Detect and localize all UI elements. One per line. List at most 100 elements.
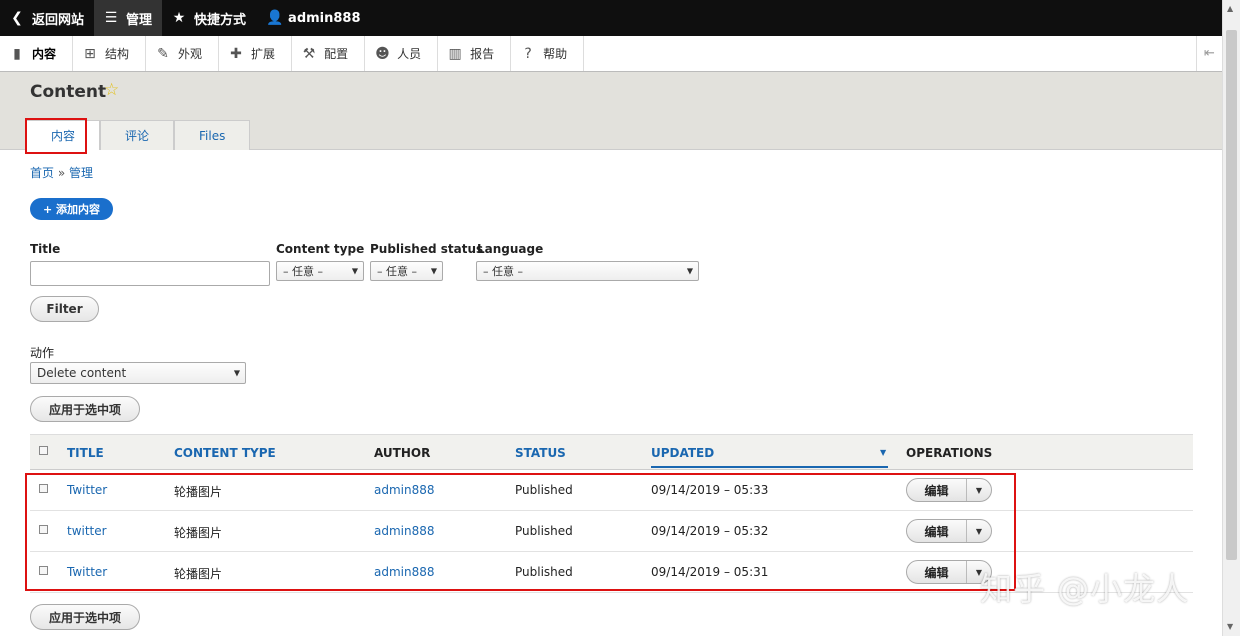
row-updated: 09/14/2019 – 05:32 xyxy=(651,524,769,538)
shortcuts-tab[interactable]: ★ 快捷方式 xyxy=(162,0,256,36)
filter-button[interactable]: Filter xyxy=(30,296,99,322)
row-author-link[interactable]: admin888 xyxy=(374,565,435,579)
row-status: Published xyxy=(515,524,573,538)
operations-toggle-icon[interactable]: ▼ xyxy=(967,479,991,501)
row-author-link[interactable]: admin888 xyxy=(374,483,435,497)
tab-label: 评论 xyxy=(125,129,150,143)
menu-item-label: 配置 xyxy=(324,47,349,61)
menu-item-people[interactable]: ☻ 人员 xyxy=(365,36,439,71)
menu-item-extend[interactable]: ✚ 扩展 xyxy=(219,36,293,71)
row-content-type: 轮播图片 xyxy=(174,526,223,540)
puzzle-icon: ✚ xyxy=(230,45,242,62)
shortcuts-label: 快捷方式 xyxy=(194,12,247,28)
row-author-link[interactable]: admin888 xyxy=(374,524,435,538)
menu-item-content[interactable]: ▮ 内容 xyxy=(0,36,74,71)
menu-item-config[interactable]: ⚒ 配置 xyxy=(292,36,366,71)
chevron-left-icon: ❮ xyxy=(11,10,23,26)
column-content-type[interactable]: CONTENT TYPE xyxy=(174,446,276,460)
menu-item-reports[interactable]: ▥ 报告 xyxy=(438,36,512,71)
edit-button[interactable]: 编辑 xyxy=(907,561,967,583)
chevron-down-icon: ▼ xyxy=(351,266,358,276)
user-icon: 👤 xyxy=(266,10,284,26)
scroll-down-icon[interactable]: ▼ xyxy=(1227,622,1233,631)
admin-toolbar: ❮ 返回网站 ☰ 管理 ★ 快捷方式 👤 admin888 xyxy=(0,0,1222,36)
menu-item-label: 扩展 xyxy=(251,47,276,61)
menu-item-structure[interactable]: ⊞ 结构 xyxy=(73,36,147,71)
column-operations: OPERATIONS xyxy=(906,446,993,460)
breadcrumb: 首页 » 管理 xyxy=(30,164,93,181)
select-all-checkbox[interactable] xyxy=(39,446,48,455)
help-icon: ? xyxy=(524,45,532,62)
tab-content[interactable]: 内容 xyxy=(26,120,101,150)
row-title-link[interactable]: twitter xyxy=(67,524,107,538)
menu-spacer xyxy=(584,36,1196,71)
operations-toggle-icon[interactable]: ▼ xyxy=(967,520,991,542)
apply-selected-button-bottom[interactable]: 应用于选中项 xyxy=(30,604,140,630)
back-to-site-link[interactable]: ❮ 返回网站 xyxy=(0,0,94,36)
breadcrumb-home-link[interactable]: 首页 xyxy=(30,166,54,180)
menu-item-appearance[interactable]: ✎ 外观 xyxy=(146,36,220,71)
edit-button[interactable]: 编辑 xyxy=(907,520,967,542)
file-icon: ▮ xyxy=(13,45,21,62)
row-checkbox[interactable] xyxy=(39,525,48,534)
row-checkbox[interactable] xyxy=(39,566,48,575)
content-type-select[interactable]: – 任意 – ▼ xyxy=(276,261,364,281)
row-title-link[interactable]: Twitter xyxy=(67,483,107,497)
chart-icon: ▥ xyxy=(448,45,462,62)
sort-desc-icon: ▼ xyxy=(880,448,887,457)
content-type-label: Content type xyxy=(276,242,365,256)
menu-icon: ☰ xyxy=(104,10,118,26)
collapse-icon: ⇤ xyxy=(1204,46,1215,61)
action-label: 动作 xyxy=(30,346,55,360)
tab-label: 内容 xyxy=(51,129,76,143)
manage-tab[interactable]: ☰ 管理 xyxy=(94,0,163,36)
row-updated: 09/14/2019 – 05:31 xyxy=(651,565,769,579)
row-title-link[interactable]: Twitter xyxy=(67,565,107,579)
language-label: Language xyxy=(477,242,544,256)
language-select[interactable]: – 任意 – ▼ xyxy=(476,261,699,281)
breadcrumb-admin-link[interactable]: 管理 xyxy=(69,166,93,180)
published-status-value: – 任意 – xyxy=(377,265,417,278)
tab-files[interactable]: Files xyxy=(174,120,251,150)
collapse-tray-button[interactable]: ⇤ xyxy=(1196,36,1222,71)
scrollbar-thumb[interactable] xyxy=(1226,30,1237,560)
wrench-icon: ⚒ xyxy=(302,45,316,62)
user-tab[interactable]: 👤 admin888 xyxy=(256,0,370,36)
row-operations-dropbutton: 编辑 ▼ xyxy=(906,519,992,543)
edit-button[interactable]: 编辑 xyxy=(907,479,967,501)
structure-icon: ⊞ xyxy=(84,45,96,62)
column-status[interactable]: STATUS xyxy=(515,446,566,460)
menu-item-label: 结构 xyxy=(105,47,130,61)
action-select[interactable]: Delete content ▼ xyxy=(30,362,246,384)
menu-item-label: 外观 xyxy=(178,47,203,61)
row-content-type: 轮播图片 xyxy=(174,485,223,499)
star-icon: ★ xyxy=(172,10,186,26)
column-updated[interactable]: UPDATED xyxy=(651,446,714,460)
menu-item-label: 帮助 xyxy=(543,47,568,61)
row-status: Published xyxy=(515,483,573,497)
menu-item-help[interactable]: ? 帮助 xyxy=(511,36,585,71)
apply-selected-button[interactable]: 应用于选中项 xyxy=(30,396,140,422)
admin-menu-tray: ▮ 内容 ⊞ 结构 ✎ 外观 ✚ 扩展 ⚒ 配置 ☻ 人员 ▥ 报告 ? 帮助 … xyxy=(0,36,1222,72)
page-scrollbar[interactable]: ▲ ▼ xyxy=(1222,0,1240,636)
published-status-label: Published status xyxy=(370,242,484,256)
chevron-down-icon: ▼ xyxy=(430,266,437,276)
chevron-down-icon: ▼ xyxy=(686,266,693,276)
column-author: AUTHOR xyxy=(374,446,431,460)
menu-item-label: 内容 xyxy=(32,47,57,61)
title-filter-input[interactable] xyxy=(30,261,270,286)
user-label: admin888 xyxy=(288,10,361,26)
brush-icon: ✎ xyxy=(157,45,169,62)
shortcut-star-icon[interactable]: ☆ xyxy=(104,80,119,100)
breadcrumb-separator: » xyxy=(57,166,66,180)
add-content-button[interactable]: + 添加内容 xyxy=(30,198,113,220)
scroll-up-icon[interactable]: ▲ xyxy=(1227,4,1233,13)
row-checkbox[interactable] xyxy=(39,484,48,493)
row-updated: 09/14/2019 – 05:33 xyxy=(651,483,769,497)
column-title[interactable]: TITLE xyxy=(67,446,104,460)
published-status-select[interactable]: – 任意 – ▼ xyxy=(370,261,443,281)
manage-label: 管理 xyxy=(126,12,153,28)
row-content-type: 轮播图片 xyxy=(174,567,223,581)
chevron-down-icon: ▼ xyxy=(233,368,240,378)
tab-comments[interactable]: 评论 xyxy=(100,120,175,150)
